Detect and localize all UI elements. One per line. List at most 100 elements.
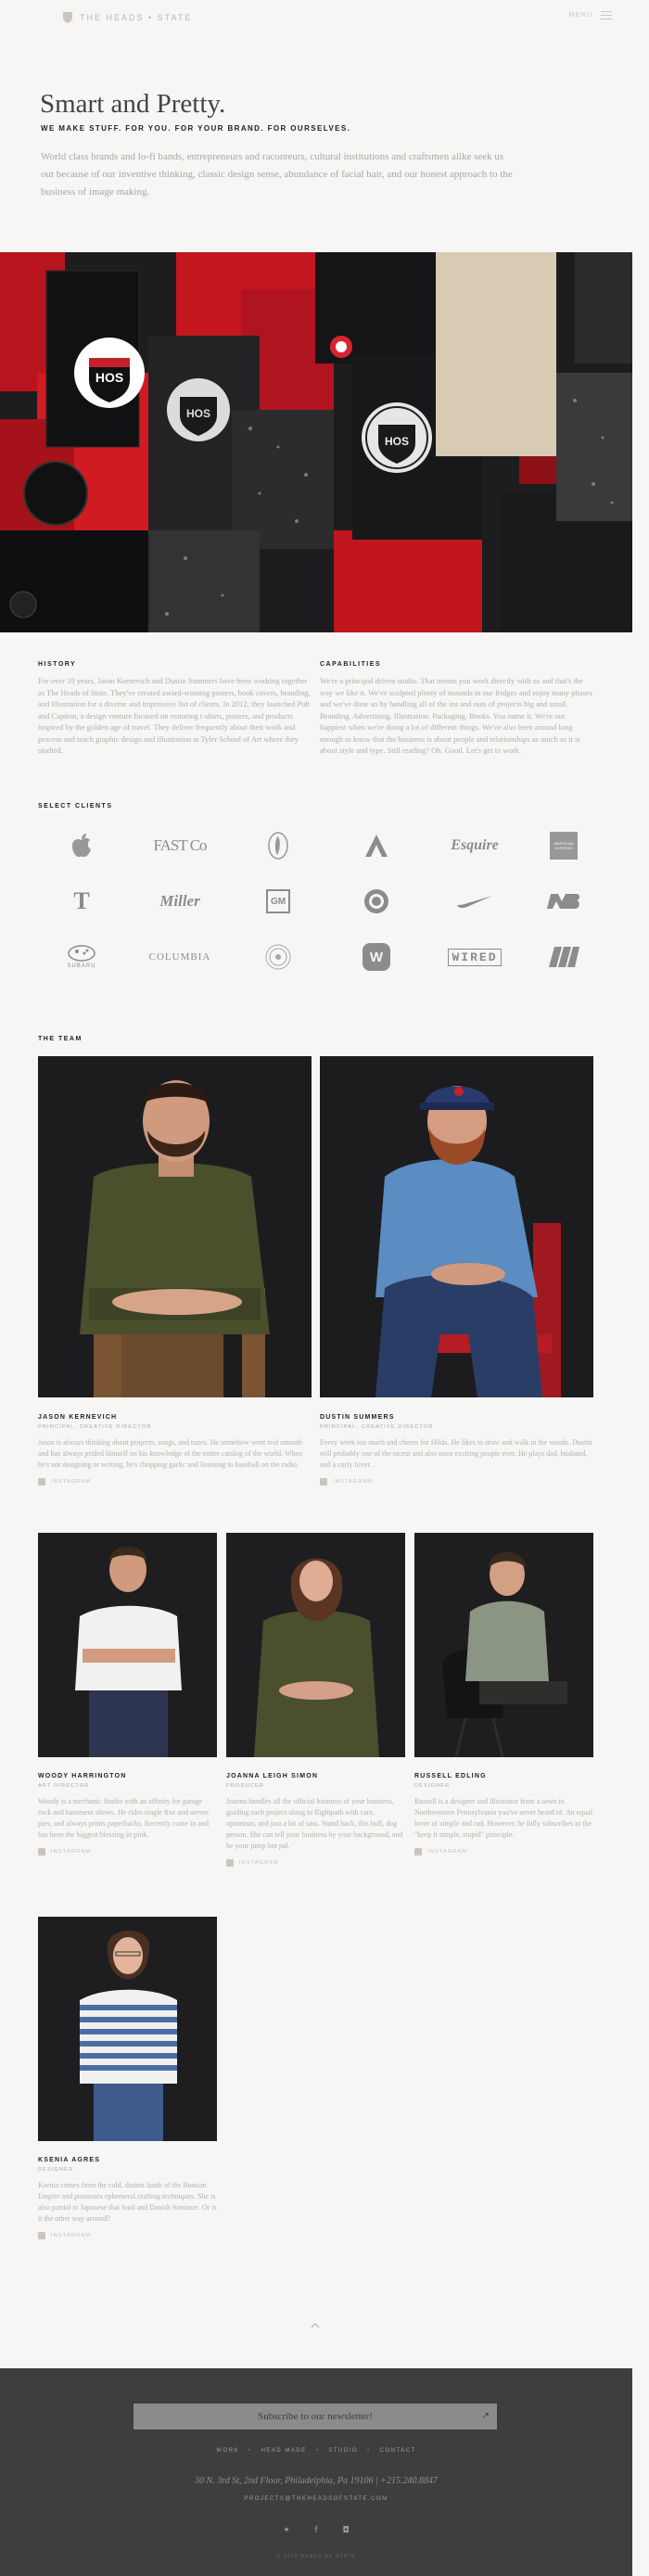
instagram-icon (38, 1478, 45, 1486)
ksenia-photo (38, 1917, 217, 2141)
instagram-label: INSTAGRAM (427, 1849, 468, 1855)
instagram-link[interactable]: INSTAGRAM (414, 1848, 593, 1855)
seal-logo-icon (265, 944, 291, 970)
history-heading: HISTORY (38, 661, 77, 668)
team-member-woody: WOODY HARRINGTON ART DIRECTOR Woody is a… (38, 1773, 217, 1855)
client-logo-nike (438, 883, 512, 920)
instagram-link[interactable]: INSTAGRAM (38, 1848, 217, 1855)
portrait-ksenia (38, 1917, 217, 2141)
client-logo-starbucks (339, 883, 414, 920)
menu-label: MENU (568, 12, 593, 19)
member-name: KSENIA AGRES (38, 2157, 101, 2163)
copyright-text: © 2015 HEADS OF STATE (276, 2554, 356, 2559)
social-links: ✦ f ◘ (0, 2526, 632, 2535)
instagram-icon[interactable]: ◘ (340, 2526, 351, 2535)
site-header: THE HEADS • STATE MENU (0, 0, 649, 37)
client-logo-wilson (527, 938, 601, 976)
member-name: JOANNA LEIGH SIMON (226, 1773, 319, 1779)
member-name: RUSSELL EDLING (414, 1773, 487, 1779)
capabilities-section: CAPABILITIES We're a principal driven st… (320, 661, 593, 757)
newsletter-label: Subscribe to our newsletter! (258, 2411, 373, 2422)
adobe-logo-icon (365, 835, 388, 857)
dustin-photo (320, 1056, 593, 1397)
team-member-joanna: JOANNA LEIGH SIMON PRODUCER Joanna handl… (226, 1773, 405, 1867)
contact-email-link[interactable]: PROJECTS@THEHEADSOFSTATE.COM (0, 2496, 632, 2502)
member-bio: Joanna handles all the official business… (226, 1797, 403, 1850)
member-role: PRINCIPAL, CREATIVE DIRECTOR (38, 1424, 152, 1430)
client-logo-amex: AMERICAN EXPRESS (527, 827, 601, 864)
capabilities-text: We're a principal driven studio. That me… (320, 676, 592, 755)
starbucks-logo-icon (364, 889, 388, 913)
menu-toggle[interactable]: MENU (568, 11, 612, 19)
portrait-joanna (226, 1533, 405, 1757)
footer-link-studio[interactable]: STUDIO (328, 2448, 358, 2454)
instagram-link[interactable]: INSTAGRAM (38, 2232, 217, 2239)
hero-description: World class brands and lo-fi bands, entr… (41, 151, 513, 198)
portrait-woody (38, 1533, 217, 1757)
nyt-wordmark: T (73, 887, 90, 914)
client-logo-fastco: FAST Co (143, 827, 217, 864)
instagram-icon (414, 1848, 422, 1855)
back-to-top-chevron-icon[interactable] (310, 2320, 321, 2331)
footer-link-head-made[interactable]: HEAD MADE (261, 2448, 307, 2454)
client-logo-esquire: Esquire (438, 827, 512, 864)
newsletter-button[interactable]: Subscribe to our newsletter! ↗ (134, 2404, 497, 2429)
site-footer: Subscribe to our newsletter! ↗ WORK • HE… (0, 2368, 632, 2576)
miller-wordmark: Miller (159, 892, 200, 910)
instagram-label: INSTAGRAM (51, 2233, 92, 2238)
studio-address: 30 N. 3rd St, 2nd Floor, Philadelphia, P… (195, 2476, 438, 2486)
warner-wordmark: W (369, 949, 384, 965)
team-member-ksenia: KSENIA AGRES DESIGNER Ksenia comes from … (38, 2157, 217, 2239)
instagram-label: INSTAGRAM (239, 1860, 280, 1866)
member-bio: Every week too much and chores for Hilda… (320, 1438, 592, 1469)
client-logo-columbia: COLUMBIA (143, 938, 217, 976)
client-logo-apple (45, 827, 119, 864)
team-member-russell: RUSSELL EDLING DESIGNER Russell is a des… (414, 1773, 593, 1855)
twitter-icon[interactable]: ✦ (281, 2526, 292, 2535)
nav-separator: • (248, 2448, 252, 2454)
hero-image: HOS HOS HOS (0, 252, 632, 632)
member-role: PRODUCER (226, 1783, 265, 1789)
brand-name: THE HEADS • STATE (80, 13, 193, 22)
member-bio: Ksenia comes from the cold, distant land… (38, 2181, 217, 2223)
apple-logo-icon (71, 834, 91, 858)
member-bio: Jason is always thinking about projects,… (38, 1438, 303, 1469)
amex-wordmark: AMERICAN EXPRESS (554, 841, 574, 850)
client-logo-wired: WIRED (438, 938, 512, 976)
instagram-icon (320, 1478, 327, 1486)
client-logo-warner: W (339, 938, 414, 976)
hero-tagline: WE MAKE STUFF. FOR YOU. FOR YOUR BRAND. … (41, 124, 351, 133)
client-logo-subaru: SUBARU (45, 938, 119, 976)
site-logo[interactable]: THE HEADS • STATE (61, 11, 192, 24)
client-logo-miller: Miller (143, 883, 217, 920)
facebook-icon[interactable]: f (311, 2526, 322, 2535)
client-logo-newbalance (527, 883, 601, 920)
team-member-dustin: DUSTIN SUMMERS PRINCIPAL, CREATIVE DIREC… (320, 1414, 593, 1486)
page-title: Smart and Pretty. (40, 89, 226, 119)
footer-link-work[interactable]: WORK (216, 2448, 239, 2454)
capabilities-heading: CAPABILITIES (320, 661, 382, 668)
instagram-label: INSTAGRAM (333, 1479, 374, 1485)
instagram-label: INSTAGRAM (51, 1849, 92, 1855)
instagram-icon (38, 2232, 45, 2239)
nav-separator: • (367, 2448, 371, 2454)
member-name: JASON KERNEVICH (38, 1414, 118, 1421)
instagram-icon (226, 1859, 234, 1867)
clients-grid: FAST Co Esquire AMERICAN EXPRESS T Mille… (45, 816, 601, 974)
portrait-jason (38, 1056, 312, 1397)
subaru-wordmark: SUBARU (67, 963, 96, 969)
penguin-logo-icon (268, 832, 288, 860)
footer-link-contact[interactable]: CONTACT (380, 2448, 416, 2454)
hamburger-icon (601, 11, 612, 19)
newbalance-logo-icon (547, 894, 579, 909)
instagram-link[interactable]: INSTAGRAM (320, 1478, 593, 1486)
russell-photo (414, 1533, 593, 1757)
client-logo-penguin (241, 827, 315, 864)
joanna-photo (226, 1533, 405, 1757)
portrait-russell (414, 1533, 593, 1757)
instagram-link[interactable]: INSTAGRAM (226, 1859, 405, 1867)
esquire-wordmark: Esquire (451, 837, 499, 853)
instagram-link[interactable]: INSTAGRAM (38, 1478, 312, 1486)
clients-heading: SELECT CLIENTS (38, 803, 113, 810)
member-bio: Woody is a mechanic Studio with an affin… (38, 1797, 209, 1839)
